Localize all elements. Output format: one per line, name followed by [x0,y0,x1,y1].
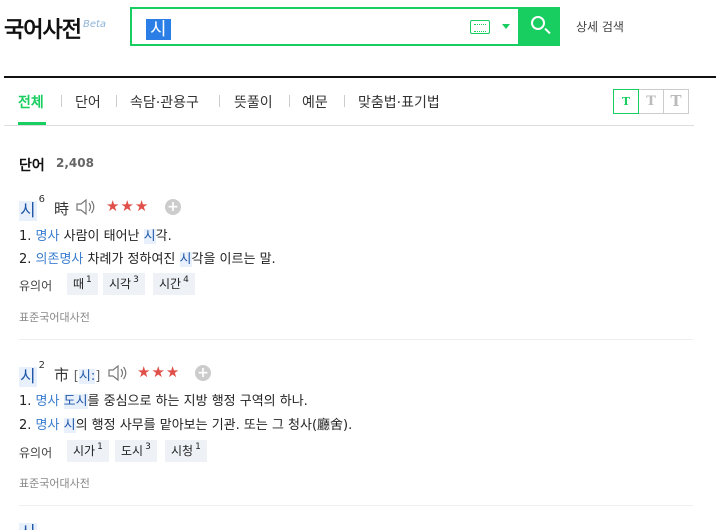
synonym-chip[interactable]: 시청 1 [165,440,207,462]
headword-text: 시 [19,367,37,387]
synonym-number: 3 [145,442,151,452]
definition-highlight: 시 [143,229,156,244]
definition-item: 2. 명사 시의 행정 사무를 맡아보는 기관. 또는 그 청사(廳舍). [19,414,352,433]
tab-examples[interactable]: 예문 [302,92,328,112]
logo-text: 국어사전 [4,18,82,43]
tab-bar: 전체 단어 속담·관용구 뜻풀이 예문 맞춤법·표기법 T T T [4,78,694,126]
tab-all[interactable]: 전체 [18,92,44,112]
part-of-speech[interactable]: 명사 [36,418,60,433]
definition-number: 2. [19,252,32,267]
section-title: 단어 [19,158,45,174]
beta-badge: Beta [82,19,107,30]
search-input[interactable]: 시 [146,15,171,40]
definition-item: 2. 의존명사 차례가 정하여진 시각을 이르는 말. [19,248,276,267]
speaker-icon[interactable] [75,198,97,216]
advanced-search-link[interactable]: 상세 검색 [576,18,624,35]
entry-divider [19,505,693,506]
logo[interactable]: 국어사전 Beta [4,12,107,44]
font-size-small-button[interactable]: T [613,89,639,114]
entry-divider [19,339,693,340]
synonym-number: 4 [183,275,189,285]
speaker-icon[interactable] [107,364,129,382]
definition-highlight: 시 [63,418,76,433]
part-of-speech[interactable]: 의존명사 [36,252,84,267]
importance-stars: ★★★ [137,363,181,381]
search-input-value: 시 [146,19,171,40]
synonym-number: 1 [86,275,92,285]
synonym-chip[interactable]: 시가 1 [67,440,109,462]
font-size-large-button[interactable]: T [663,89,689,114]
definition-text: 를 중심으로 하는 지방 행정 구역의 하나. [87,394,308,409]
synonym-word: 시각 [109,277,132,291]
font-size-controls: T T T [613,89,689,114]
synonym-word: 때 [73,277,85,291]
definition-text: 각을 이르는 말. [191,252,276,267]
definition-text: 의 행정 사무를 맡아보는 기관. 또는 그 청사(廳舍). [75,418,353,433]
synonym-word: 시청 [171,444,194,458]
synonym-word: 시가 [73,444,96,458]
definition-item: 1. 명사 사람이 태어난 시각. [19,225,172,244]
synonym-chip[interactable]: 때1 [67,273,98,295]
definition-item: 1. 명사 도시를 중심으로 하는 지방 행정 구역의 하나. [19,390,308,409]
definition-text: 각. [155,229,172,244]
tab-words[interactable]: 단어 [75,92,101,112]
dropdown-arrow-icon[interactable] [502,24,510,29]
synonym-word: 도시 [121,444,144,458]
search-box[interactable]: 시 [130,7,520,46]
synonym-word: 시간 [159,277,182,291]
dictionary-source[interactable]: 표준국어대사전 [19,309,90,325]
pronunciation-text: 시: [78,369,96,384]
synonym-number: 3 [133,275,139,285]
definition-text: 사람이 태어난 [63,229,144,244]
tab-spelling[interactable]: 맞춤법·표기법 [358,92,440,112]
definition-text: 차례가 정하여진 [87,252,180,267]
plus-icon[interactable]: + [165,199,181,215]
definition-number: 1. [19,394,32,409]
font-size-medium-button[interactable]: T [638,89,664,114]
keyboard-icon[interactable] [470,20,490,34]
active-tab-indicator [18,122,46,125]
definition-highlight: 시 [179,252,192,267]
synonym-chip[interactable]: 도시 3 [115,440,157,462]
part-of-speech[interactable]: 명사 [36,394,60,409]
entry-hanja: 時 [54,200,70,218]
importance-stars: ★★★ [106,197,150,215]
headword-text: 시 [19,201,37,221]
tab-definitions[interactable]: 뜻풀이 [234,92,273,112]
headword-number: 6 [38,194,46,205]
synonym-label: 유의어 [19,279,53,293]
definition-number: 1. [19,229,32,244]
definition-number: 2. [19,418,32,433]
tab-separator [219,95,220,107]
synonym-label: 유의어 [19,446,53,460]
pronunciation-bracket: ] [95,369,101,384]
search-icon [531,16,545,30]
section-count: 2,408 [56,156,94,170]
synonym-number: 1 [195,442,201,452]
hanja-text: 市 [54,366,70,384]
part-of-speech[interactable]: 명사 [36,229,60,244]
entry-headword[interactable]: 시 [19,518,37,530]
pronunciation: [시:] [74,369,101,384]
tab-proverbs[interactable]: 속담·관용구 [130,92,199,112]
plus-icon[interactable]: + [195,365,211,381]
search-button[interactable] [520,7,560,46]
entry-hanja: 市 [시:] [54,364,100,385]
tab-separator [344,95,345,107]
tab-separator [289,95,290,107]
definition-highlight: 도시 [63,394,88,409]
synonym-chip[interactable]: 시각 3 [103,273,145,295]
headword-number: 2 [38,360,46,371]
entry-headword[interactable]: 시6 [19,194,46,221]
tab-separator [61,95,62,107]
synonym-chip[interactable]: 시간 4 [153,273,195,295]
headword-text: 시 [19,523,37,530]
entry-headword[interactable]: 시2 [19,360,46,387]
synonym-number: 1 [97,442,103,452]
tab-separator [116,95,117,107]
dictionary-source[interactable]: 표준국어대사전 [19,475,90,491]
